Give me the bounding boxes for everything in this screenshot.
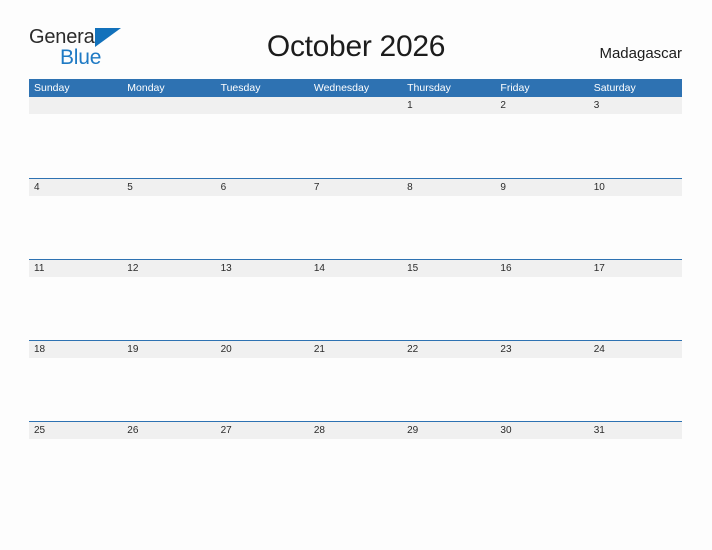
calendar-grid: Sunday Monday Tuesday Wednesday Thursday… [29,79,682,502]
week-row: 11 12 13 14 15 16 17 [29,259,682,340]
day-cell[interactable]: 29 [402,422,495,439]
week-row: 25 26 27 28 29 30 31 [29,421,682,502]
week-day-number-band: 1 2 3 [29,97,682,114]
day-cell[interactable]: 3 [589,97,682,114]
day-cell[interactable] [216,97,309,114]
day-cell[interactable]: 28 [309,422,402,439]
day-cell[interactable]: 25 [29,422,122,439]
weekday-header-friday: Friday [500,82,530,94]
day-cell[interactable]: 12 [122,260,215,277]
week-day-number-band: 4 5 6 7 8 9 10 [29,178,682,196]
day-cell[interactable]: 14 [309,260,402,277]
day-cell[interactable]: 6 [216,179,309,196]
day-cell[interactable]: 8 [402,179,495,196]
day-cell[interactable]: 16 [495,260,588,277]
weekday-header-monday: Monday [127,82,165,94]
weekday-header-tuesday: Tuesday [220,82,261,94]
day-cell[interactable]: 30 [495,422,588,439]
weekday-header-sunday: Sunday [34,82,70,94]
day-cell[interactable]: 7 [309,179,402,196]
day-cell[interactable] [122,97,215,114]
week-event-area[interactable] [29,358,682,421]
country-label: Madagascar [599,45,682,62]
day-cell[interactable]: 9 [495,179,588,196]
day-cell[interactable]: 10 [589,179,682,196]
weekday-header-thursday: Thursday [407,82,451,94]
week-event-area[interactable] [29,439,682,502]
day-cell[interactable] [29,97,122,114]
week-event-area[interactable] [29,114,682,177]
day-cell[interactable]: 23 [495,341,588,358]
week-event-area[interactable] [29,277,682,340]
weekday-header-saturday: Saturday [593,82,636,94]
page-header: General Blue October 2026 Madagascar [0,0,712,79]
week-row: 1 2 3 [29,97,682,178]
day-cell[interactable]: 5 [122,179,215,196]
day-cell[interactable]: 22 [402,341,495,358]
day-cell[interactable]: 24 [589,341,682,358]
day-cell[interactable]: 27 [216,422,309,439]
week-day-number-band: 18 19 20 21 22 23 24 [29,340,682,358]
week-day-number-band: 11 12 13 14 15 16 17 [29,259,682,277]
day-cell[interactable]: 15 [402,260,495,277]
day-cell[interactable]: 26 [122,422,215,439]
week-row: 18 19 20 21 22 23 24 [29,340,682,421]
day-cell[interactable]: 13 [216,260,309,277]
day-cell[interactable]: 17 [589,260,682,277]
day-cell[interactable]: 31 [589,422,682,439]
weekday-header-wednesday: Wednesday [313,82,370,94]
day-cell[interactable]: 1 [402,97,495,114]
day-cell[interactable]: 18 [29,341,122,358]
week-event-area[interactable] [29,196,682,259]
week-row: 4 5 6 7 8 9 10 [29,178,682,259]
day-cell[interactable]: 11 [29,260,122,277]
day-cell[interactable]: 21 [309,341,402,358]
day-cell[interactable]: 4 [29,179,122,196]
day-cell[interactable]: 20 [216,341,309,358]
week-day-number-band: 25 26 27 28 29 30 31 [29,421,682,439]
weekday-header-row: Sunday Monday Tuesday Wednesday Thursday… [29,79,682,97]
day-cell[interactable] [309,97,402,114]
day-cell[interactable]: 19 [122,341,215,358]
day-cell[interactable]: 2 [495,97,588,114]
